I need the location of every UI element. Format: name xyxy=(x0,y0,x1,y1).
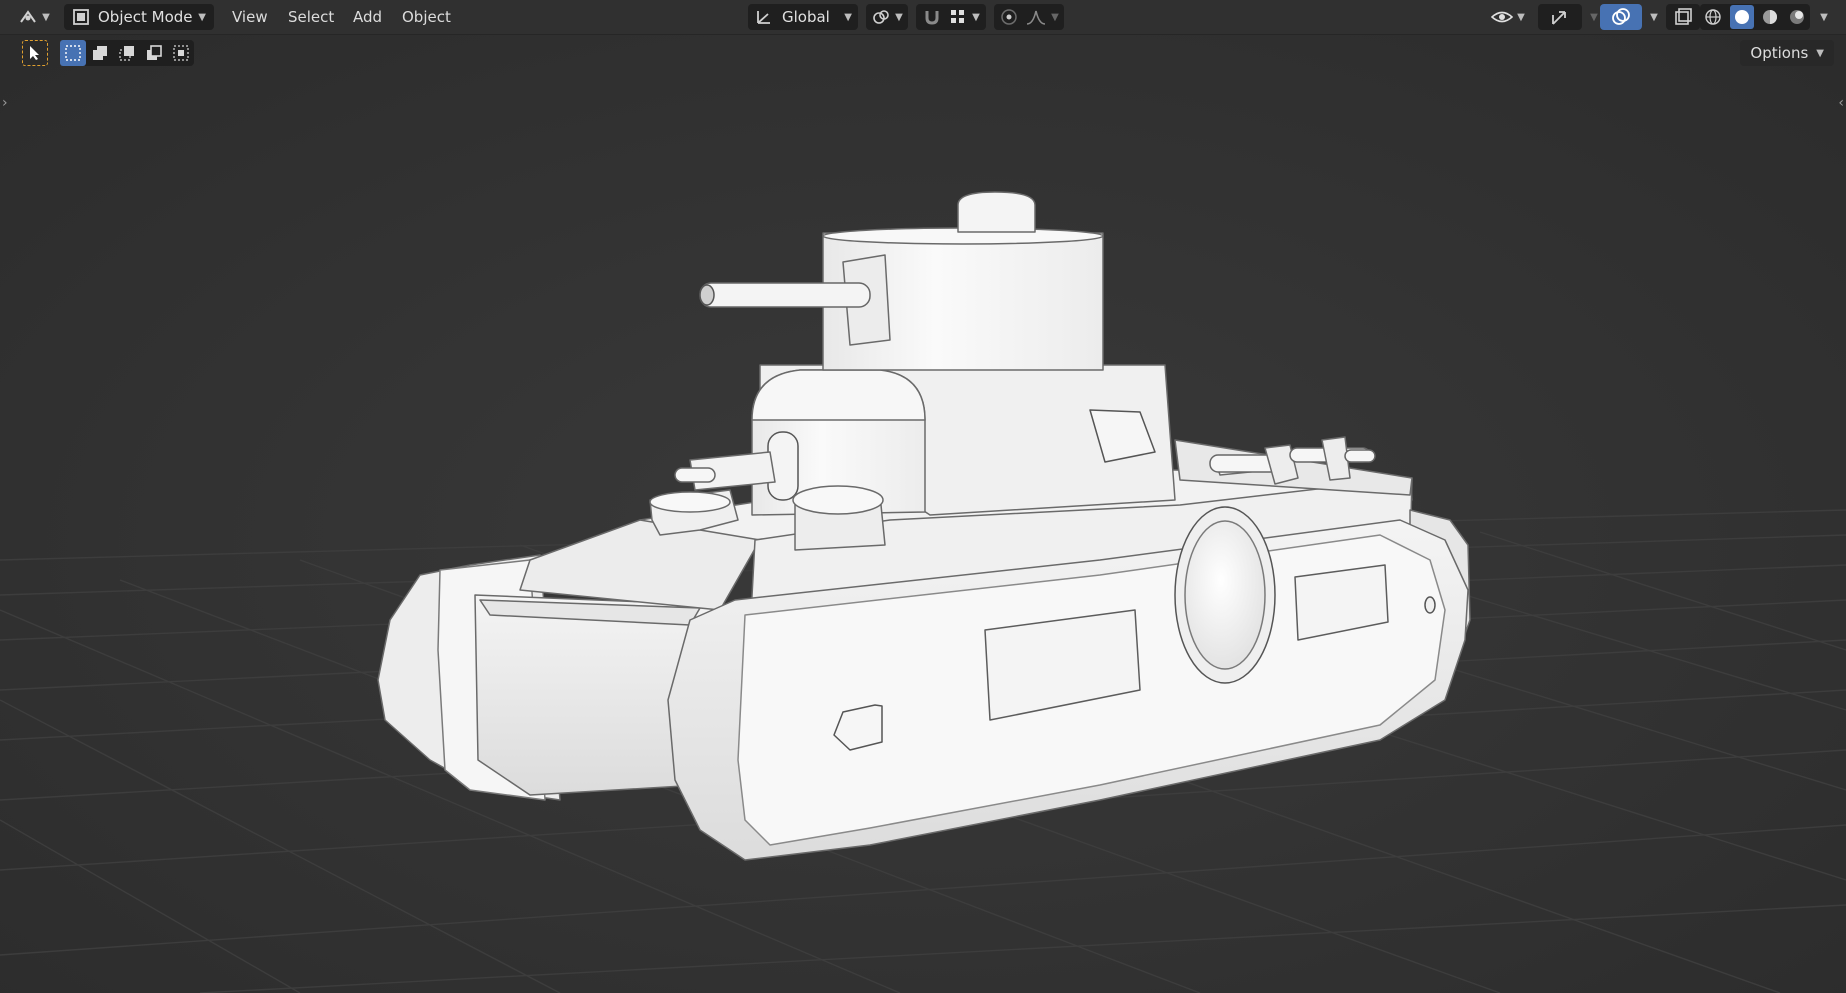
visibility-eye-icon xyxy=(1491,11,1514,23)
select-extend-icon xyxy=(93,46,107,60)
chevron-down-icon: ▼ xyxy=(1650,11,1658,23)
material-preview-icon[interactable] xyxy=(1760,7,1780,27)
rendered-shading-icon[interactable] xyxy=(1787,7,1807,27)
orientation-label: Global xyxy=(782,8,830,26)
xray-icon xyxy=(1675,8,1692,25)
overlays-dropdown[interactable]: ▼ xyxy=(1642,4,1662,30)
menu-view[interactable]: View xyxy=(232,0,268,34)
solid-shading-active[interactable] xyxy=(1729,5,1754,29)
select-extend-button[interactable] xyxy=(87,40,113,66)
visibility-dropdown[interactable]: ▼ xyxy=(1486,4,1530,30)
overlays-toggle[interactable] xyxy=(1600,4,1642,30)
select-tool-button[interactable] xyxy=(22,40,48,66)
select-subtract-button[interactable] xyxy=(114,40,140,66)
select-cursor-icon xyxy=(30,46,39,60)
viewport-canvas xyxy=(0,0,1846,993)
menu-add[interactable]: Add xyxy=(353,0,382,34)
select-invert-icon xyxy=(147,45,162,60)
chevron-down-icon: ▼ xyxy=(1051,11,1059,23)
gizmo-dropdown[interactable]: ▼ xyxy=(1582,4,1602,30)
select-new-button[interactable] xyxy=(60,40,86,66)
menu-object[interactable]: Object xyxy=(402,0,451,34)
snap-group[interactable]: ▼ xyxy=(916,4,986,30)
editor-type-icon xyxy=(20,10,36,23)
chevron-down-icon: ▼ xyxy=(844,11,852,23)
shading-dropdown[interactable]: ▼ xyxy=(1812,4,1832,30)
select-new-icon xyxy=(65,45,81,61)
editor-type-button[interactable]: ▼ xyxy=(12,4,56,30)
object-mode-label: Object Mode xyxy=(98,8,193,26)
viewport-header: ▼ Object Mode ▼ View Select Add Object G… xyxy=(0,0,1846,35)
object-mode-icon xyxy=(73,9,89,25)
select-invert-button[interactable] xyxy=(141,40,167,66)
tool-header xyxy=(0,40,1846,70)
sidebar-expand-arrow-icon[interactable]: ‹ xyxy=(1838,95,1844,111)
chevron-down-icon: ▼ xyxy=(972,11,980,23)
chevron-down-icon: ▼ xyxy=(42,11,50,23)
toolbar-expand-arrow-icon[interactable]: › xyxy=(2,95,8,111)
select-intersect-button[interactable] xyxy=(168,40,194,66)
select-subtract-icon xyxy=(119,46,134,61)
transform-orientation-dropdown[interactable]: Global ▼ xyxy=(748,4,858,30)
select-intersect-icon xyxy=(173,45,189,61)
proportional-edit-group[interactable]: ▼ xyxy=(994,4,1064,30)
solid-shading-icon xyxy=(1734,10,1749,24)
overlays-icon xyxy=(1612,8,1630,25)
xray-toggle[interactable] xyxy=(1666,4,1700,30)
options-label: Options xyxy=(1750,44,1809,62)
snap-magnet-icon[interactable] xyxy=(922,7,942,27)
options-dropdown[interactable]: Options ▼ xyxy=(1740,40,1834,66)
proportional-edit-icon[interactable] xyxy=(999,7,1019,27)
gizmo-icon xyxy=(1552,11,1566,25)
chevron-down-icon: ▼ xyxy=(1517,11,1525,23)
chevron-down-icon: ▼ xyxy=(1590,11,1598,23)
pivot-point-dropdown[interactable]: ▼ xyxy=(866,4,908,30)
transform-orientation-icon xyxy=(757,11,770,24)
snap-increment-icon[interactable] xyxy=(948,7,968,27)
chevron-down-icon: ▼ xyxy=(1820,11,1828,23)
gizmo-toggle[interactable] xyxy=(1538,4,1582,30)
menu-select[interactable]: Select xyxy=(288,0,334,34)
shading-modes[interactable] xyxy=(1700,4,1810,30)
chevron-down-icon: ▼ xyxy=(1816,47,1824,59)
wireframe-shading-icon[interactable] xyxy=(1703,7,1723,27)
pivot-point-icon xyxy=(873,10,889,24)
object-mode-dropdown[interactable]: Object Mode ▼ xyxy=(64,4,214,30)
falloff-curve-icon[interactable] xyxy=(1025,7,1047,27)
chevron-down-icon: ▼ xyxy=(198,11,206,23)
chevron-down-icon: ▼ xyxy=(895,11,903,23)
3d-viewport[interactable] xyxy=(0,0,1846,993)
